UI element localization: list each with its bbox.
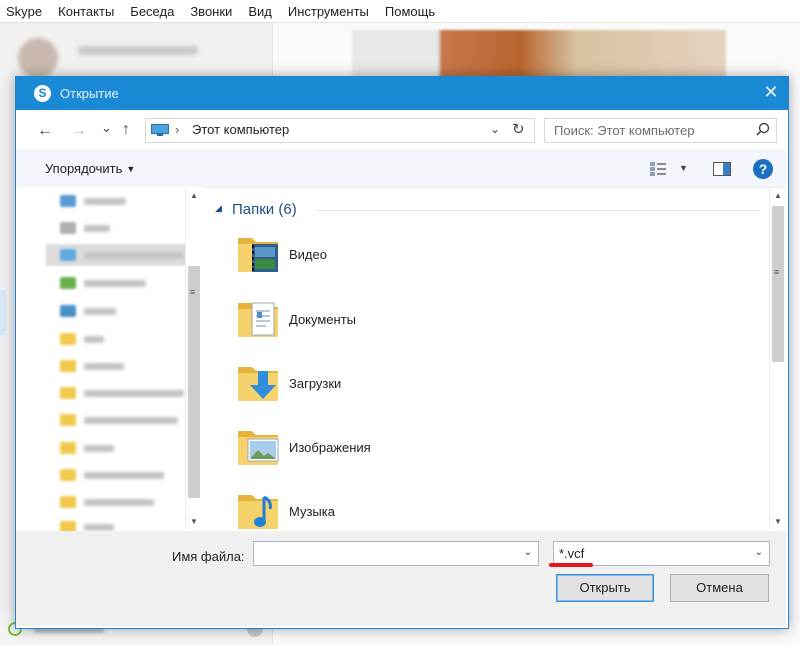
- nav-item[interactable]: [60, 221, 110, 235]
- search-input[interactable]: [545, 119, 756, 142]
- scroll-down-arrow-icon[interactable]: ▼: [186, 514, 202, 530]
- group-collapse-caret-icon[interactable]: ◢: [215, 203, 222, 214]
- address-bar[interactable]: › Этот компьютер ⌄ ↻: [145, 118, 535, 143]
- help-icon[interactable]: ?: [753, 159, 773, 179]
- pictures-folder-icon[interactable]: [236, 425, 280, 467]
- file-list-pane: [203, 188, 769, 530]
- menu-view[interactable]: Вид: [240, 4, 280, 19]
- folder-label-video[interactable]: Видео: [289, 247, 327, 262]
- nav-item[interactable]: [60, 441, 114, 455]
- filetype-dropdown-chevron-icon[interactable]: ⌄: [755, 547, 763, 558]
- nav-item[interactable]: [60, 248, 184, 262]
- preview-pane-icon[interactable]: [713, 162, 731, 176]
- nav-pane-scrollbar[interactable]: ▲ ≡ ▼: [185, 188, 202, 530]
- forward-arrow-icon[interactable]: →: [71, 122, 87, 140]
- nav-item[interactable]: [60, 468, 164, 482]
- scroll-down-arrow-icon[interactable]: ▼: [770, 514, 786, 530]
- breadcrumb-this-pc[interactable]: Этот компьютер: [192, 122, 289, 137]
- menu-skype[interactable]: Skype: [0, 4, 50, 19]
- nav-item[interactable]: [60, 386, 184, 400]
- organize-caret-icon: ▼: [126, 164, 136, 174]
- group-divider: [316, 210, 760, 211]
- organize-label: Упорядочить: [45, 161, 123, 176]
- scrollbar-thumb[interactable]: [188, 266, 200, 498]
- search-icon[interactable]: [756, 122, 770, 136]
- annotation-red-underline: [549, 563, 593, 567]
- menu-contacts[interactable]: Контакты: [50, 4, 122, 19]
- filename-combobox[interactable]: ⌄: [253, 541, 539, 567]
- video-folder-icon[interactable]: [236, 232, 280, 274]
- cancel-button[interactable]: Отмена: [670, 574, 769, 602]
- menu-calls[interactable]: Звонки: [182, 4, 240, 19]
- up-arrow-icon[interactable]: ↑: [122, 121, 130, 139]
- scrollbar-grip-icon: ≡: [774, 267, 780, 277]
- nav-item[interactable]: [60, 495, 154, 509]
- folders-group-title[interactable]: Папки (6): [232, 201, 297, 218]
- dialog-title: Открытие: [60, 86, 119, 101]
- nav-item[interactable]: [60, 194, 126, 208]
- folder-label-music[interactable]: Музыка: [289, 504, 335, 519]
- nav-item[interactable]: [60, 359, 124, 373]
- scrollbar-grip-icon: ≡: [190, 287, 196, 297]
- downloads-folder-icon[interactable]: [236, 361, 280, 403]
- folder-label-documents[interactable]: Документы: [289, 312, 356, 327]
- file-list-scrollbar[interactable]: ▲ ≡ ▼: [769, 188, 786, 530]
- dialog-titlebar[interactable]: S Открытие ✕: [16, 77, 788, 110]
- computer-icon: [151, 124, 169, 136]
- address-dropdown-chevron-icon[interactable]: ⌄: [490, 122, 500, 136]
- view-options-icon[interactable]: [649, 161, 667, 177]
- nav-item[interactable]: [60, 332, 104, 346]
- contact-selection-bar: [0, 290, 6, 335]
- filename-label: Имя файла:: [172, 549, 245, 564]
- recent-locations-chevron-icon[interactable]: ⌄: [101, 119, 112, 137]
- refresh-icon[interactable]: ↻: [512, 120, 525, 138]
- close-icon[interactable]: ✕: [754, 77, 788, 110]
- open-button[interactable]: Открыть: [556, 574, 654, 602]
- nav-item[interactable]: [60, 304, 116, 318]
- ad-banner[interactable]: [352, 30, 726, 78]
- folder-label-pictures[interactable]: Изображения: [289, 440, 371, 455]
- menu-help[interactable]: Помощь: [377, 4, 443, 19]
- organize-button[interactable]: Упорядочить ▼: [45, 161, 135, 176]
- documents-folder-icon[interactable]: [236, 297, 280, 339]
- filename-dropdown-chevron-icon[interactable]: ⌄: [524, 547, 532, 558]
- profile-name-blurred: [78, 46, 198, 55]
- breadcrumb-separator: ›: [175, 122, 180, 137]
- skype-menubar: Skype Контакты Беседа Звонки Вид Инструм…: [0, 0, 800, 23]
- scroll-up-arrow-icon[interactable]: ▲: [186, 188, 202, 204]
- profile-avatar[interactable]: [18, 38, 58, 78]
- search-box[interactable]: [544, 118, 777, 143]
- scrollbar-thumb[interactable]: [772, 206, 784, 362]
- menu-tools[interactable]: Инструменты: [280, 4, 377, 19]
- music-folder-icon[interactable]: [236, 489, 280, 531]
- menu-conversation[interactable]: Беседа: [122, 4, 182, 19]
- view-options-caret-icon[interactable]: ▼: [679, 163, 688, 173]
- scroll-up-arrow-icon[interactable]: ▲: [770, 188, 786, 204]
- skype-app-icon: S: [34, 85, 51, 102]
- filename-input[interactable]: [254, 542, 520, 567]
- nav-item[interactable]: [60, 413, 178, 427]
- folder-label-downloads[interactable]: Загрузки: [289, 376, 341, 391]
- nav-item[interactable]: [60, 276, 146, 290]
- filetype-value: *.vcf: [559, 546, 585, 561]
- back-arrow-icon[interactable]: ←: [37, 122, 53, 140]
